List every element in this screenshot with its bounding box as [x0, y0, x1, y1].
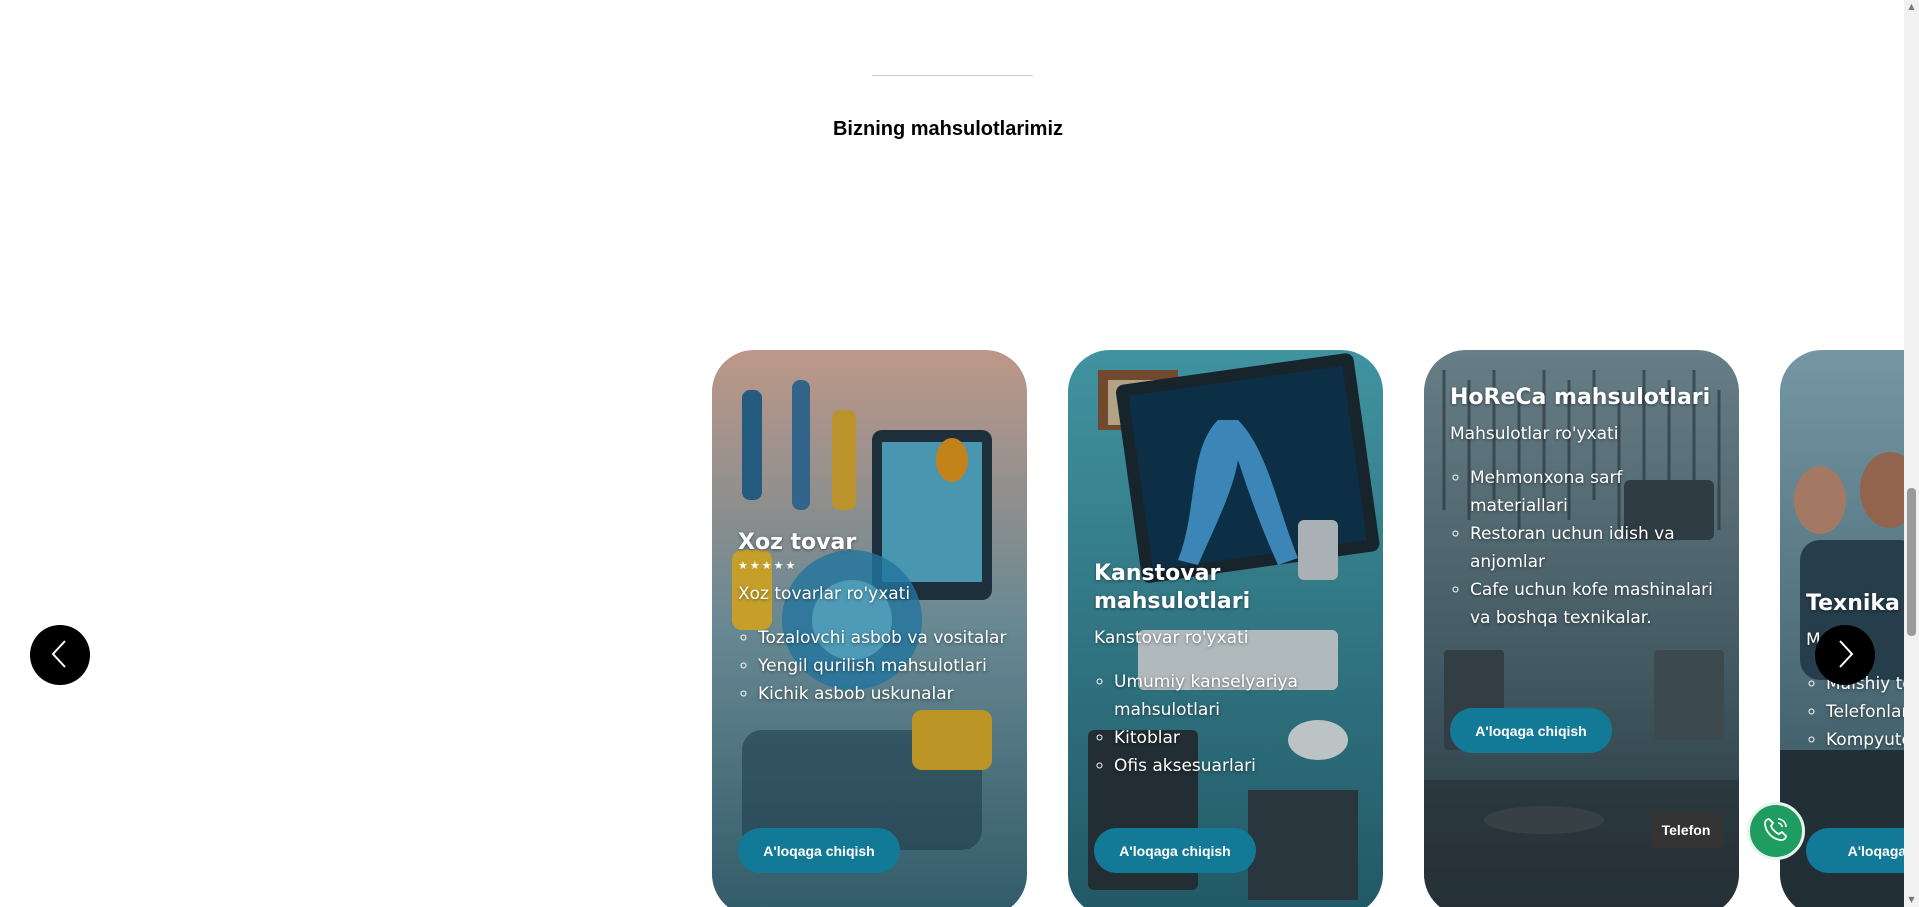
list-item: Umumiy kanselyariya mahsulotlari — [1114, 668, 1365, 724]
section-title: Bizning mahsulotlarimiz — [832, 118, 1064, 140]
scrollbar-thumb[interactable] — [1907, 488, 1916, 636]
list-item: Kompyute — [1826, 726, 1904, 754]
card-subtitle: Xoz tovarlar ro'yxati — [738, 584, 911, 604]
page-scrollbar[interactable]: ▲ ▼ — [1904, 0, 1919, 907]
contact-button[interactable]: A'loqaga chiqish — [738, 828, 900, 873]
rating-stars: ★★★★★ — [738, 559, 798, 572]
contact-button[interactable]: A'loqaga chiqish — [1450, 708, 1612, 753]
list-item: Yengil qurilish mahsulotlari — [758, 652, 1009, 680]
list-item: Tozalovchi asbob va vositalar — [758, 624, 1009, 652]
card-title: Texnika m — [1806, 591, 1904, 616]
card-title: Kanstovar mahsulotlari — [1094, 561, 1251, 614]
contact-button[interactable]: A'loqaga chiqish — [1094, 828, 1256, 873]
phone-label[interactable]: Telefon — [1650, 812, 1722, 848]
phone-ringing-icon — [1761, 814, 1791, 848]
card-subtitle: Kanstovar ro'yxati — [1094, 628, 1249, 648]
chevron-right-icon — [1834, 639, 1856, 672]
list-item: Mehmonxona sarf materiallari — [1470, 464, 1721, 520]
list-item: Telefonlar — [1826, 698, 1904, 726]
list-item: Kichik asbob uskunalar — [758, 680, 1009, 708]
list-item: Kitoblar — [1114, 724, 1365, 752]
list-item: Cafe uchun kofe mashinalari va boshqa te… — [1470, 576, 1721, 632]
chevron-left-icon — [49, 639, 71, 672]
card-subtitle: Mahsulotlar ro'yxati — [1450, 424, 1619, 444]
card-item-list: Umumiy kanselyariya mahsulotlari Kitobla… — [1094, 668, 1365, 780]
product-card-kanstovar: Kanstovar mahsulotlari Kanstovar ro'yxat… — [1068, 350, 1383, 907]
list-item: Restoran uchun idish va anjomlar — [1470, 520, 1721, 576]
scroll-up-icon[interactable]: ▲ — [1904, 0, 1919, 14]
product-card-xoz-tovar: Xoz tovar ★★★★★ Xoz tovarlar ro'yxati To… — [712, 350, 1027, 907]
phone-call-button[interactable] — [1747, 802, 1805, 860]
card-title: Xoz tovar — [738, 530, 857, 555]
carousel-prev-button[interactable] — [30, 625, 90, 685]
contact-button[interactable]: A'loqaga ch — [1806, 828, 1904, 873]
card-item-list: Mehmonxona sarf materiallari Restoran uc… — [1450, 464, 1721, 632]
card-title: HoReCa mahsulotlari — [1450, 385, 1711, 410]
list-item: Ofis aksesuarlari — [1114, 752, 1365, 780]
products-carousel: Xoz tovar ★★★★★ Xoz tovarlar ro'yxati To… — [712, 350, 1904, 907]
section-divider — [872, 75, 1033, 76]
carousel-next-button[interactable] — [1815, 625, 1875, 685]
scroll-down-icon[interactable]: ▼ — [1904, 893, 1919, 907]
card-item-list: Tozalovchi asbob va vositalar Yengil qur… — [738, 624, 1009, 708]
